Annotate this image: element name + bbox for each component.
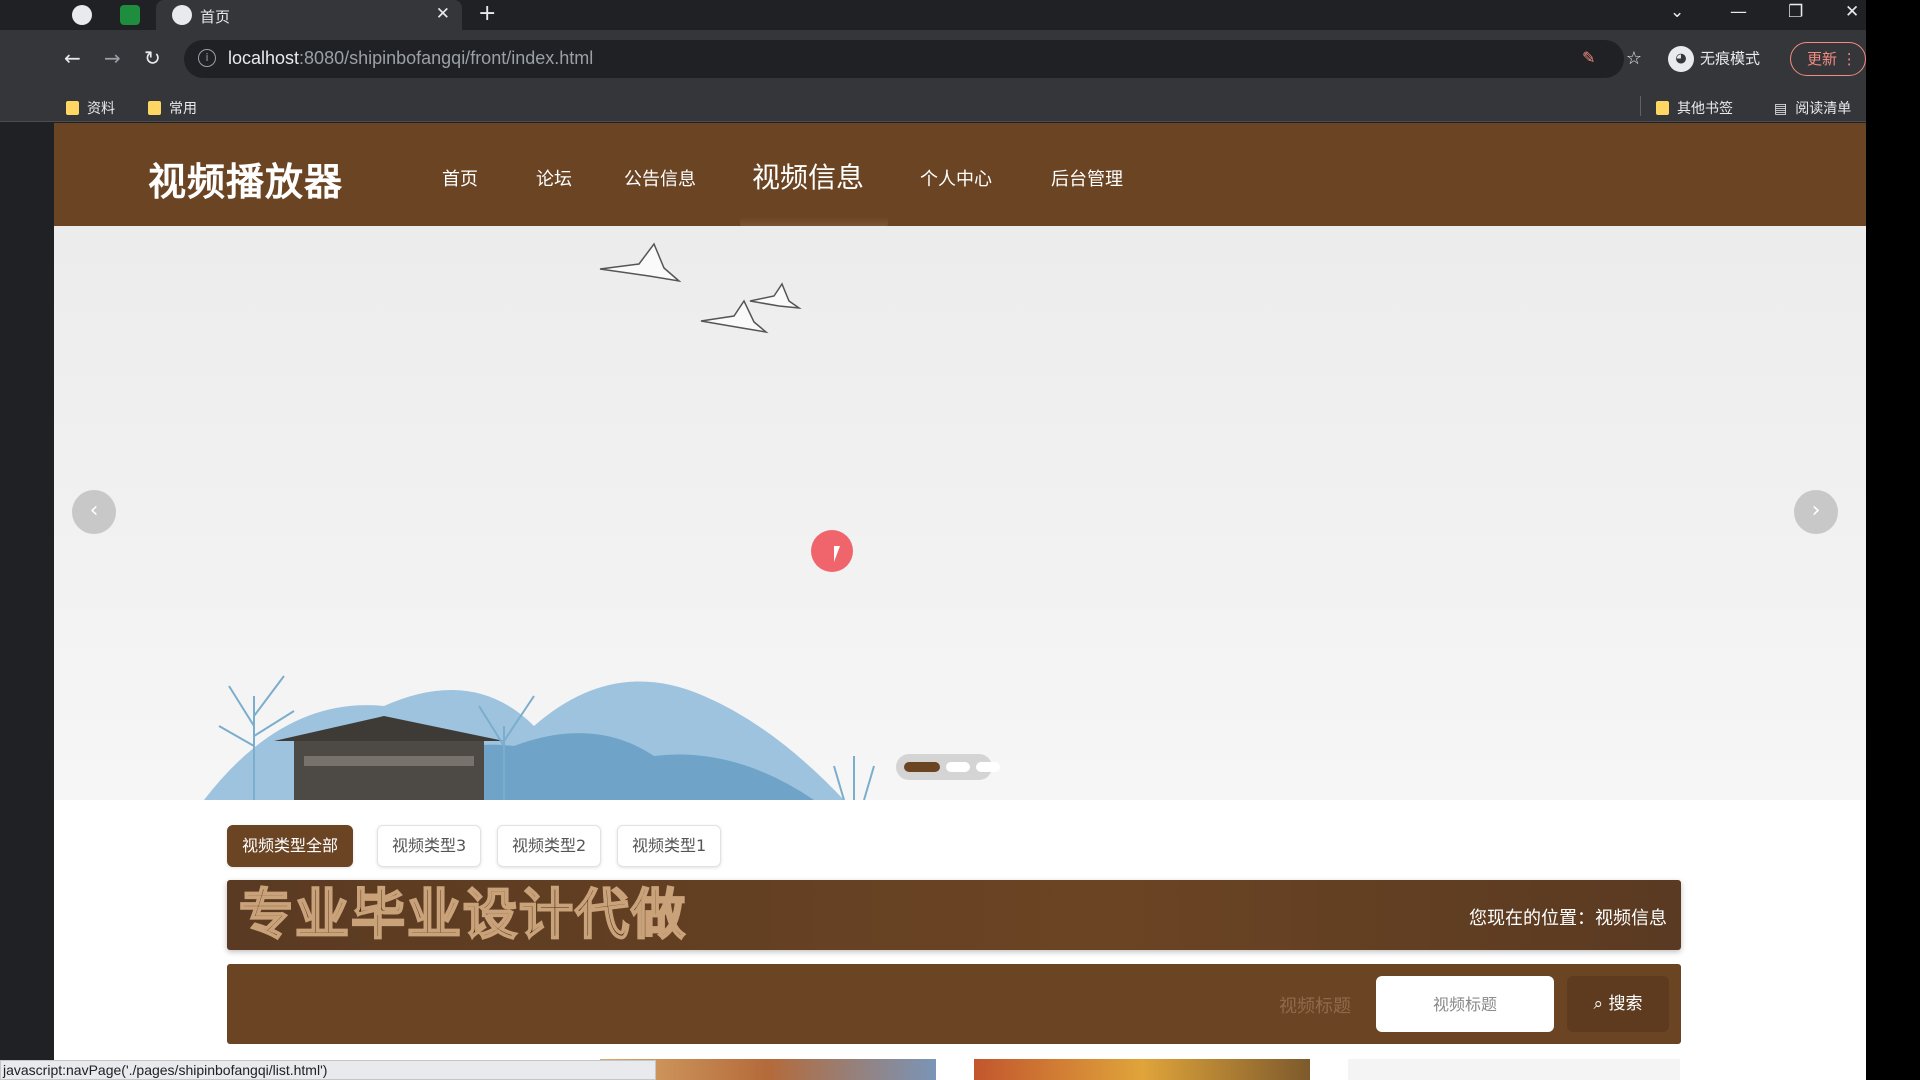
chevron-down-icon[interactable]: ⌄ bbox=[1670, 2, 1684, 22]
reading-list[interactable]: ▤ 阅读清单 bbox=[1774, 98, 1851, 118]
search-input[interactable] bbox=[1376, 976, 1554, 1032]
tab-title: 首页 bbox=[200, 8, 231, 26]
section-title: 专业毕业设计代做 bbox=[238, 883, 687, 947]
nav-notice[interactable]: 公告信息 bbox=[624, 165, 696, 191]
search-bar: 视频标题 ⌕ 搜索 bbox=[227, 964, 1681, 1044]
new-tab-icon[interactable]: + bbox=[478, 1, 496, 26]
carousel-dot[interactable] bbox=[976, 762, 1000, 772]
bookmark-folder[interactable]: 资料 bbox=[66, 98, 115, 118]
carousel-dot-active[interactable] bbox=[904, 762, 940, 772]
sheets-icon[interactable] bbox=[120, 5, 140, 25]
nav-home[interactable]: 首页 bbox=[442, 165, 478, 191]
folder-icon bbox=[66, 101, 79, 115]
section-title-bar: 专业毕业设计代做 您现在的位置：视频信息 bbox=[227, 880, 1681, 950]
close-window-icon[interactable]: ✕ bbox=[1845, 2, 1859, 22]
status-bar: javascript:navPage('./pages/shipinbofang… bbox=[0, 1060, 656, 1080]
cursor-highlight bbox=[811, 530, 853, 572]
tab-active[interactable]: 首页 ✕ bbox=[156, 0, 462, 30]
info-icon[interactable]: i bbox=[198, 49, 216, 67]
reading-list-icon: ▤ bbox=[1774, 101, 1788, 117]
banner-illustration bbox=[204, 242, 875, 800]
bookmark-folder[interactable]: 常用 bbox=[148, 98, 197, 118]
browser-window: 首页 ✕ + ⌄ — ❐ ✕ ← → ↻ i localhost:8080/sh… bbox=[0, 0, 1866, 1080]
nav-video-info[interactable]: 视频信息 bbox=[752, 156, 864, 196]
type-tab-all[interactable]: 视频类型全部 bbox=[227, 825, 354, 867]
back-icon[interactable]: ← bbox=[64, 46, 81, 70]
type-tab-1[interactable]: 视频类型1 bbox=[617, 825, 722, 867]
nav-user-center[interactable]: 个人中心 bbox=[920, 165, 992, 191]
video-thumbnail[interactable] bbox=[974, 1059, 1310, 1080]
mouse-cursor-icon bbox=[834, 546, 846, 562]
incognito-profile[interactable]: ◕ 无痕模式 bbox=[1668, 46, 1760, 72]
url-text[interactable]: localhost:8080/shipinbofangqi/front/inde… bbox=[228, 48, 593, 69]
search-icon: ⌕ bbox=[1593, 994, 1604, 1014]
address-bar[interactable]: i localhost:8080/shipinbofangqi/front/in… bbox=[184, 40, 1642, 78]
bookmark-other[interactable]: 其他书签 bbox=[1656, 98, 1733, 118]
carousel-next-button[interactable]: › bbox=[1794, 490, 1838, 534]
update-button[interactable]: 更新 ⋮ bbox=[1790, 42, 1866, 76]
carousel-indicators bbox=[896, 754, 1000, 780]
carousel-dot[interactable] bbox=[946, 762, 970, 772]
site-logo: 视频播放器 bbox=[148, 160, 344, 204]
browser-toolbar: ← → ↻ i localhost:8080/shipinbofangqi/fr… bbox=[0, 30, 1866, 90]
globe-icon bbox=[172, 5, 192, 25]
translate-icon[interactable]: ✎ bbox=[1582, 48, 1595, 67]
type-tab-3[interactable]: 视频类型3 bbox=[377, 825, 482, 867]
breadcrumb: 您现在的位置：视频信息 bbox=[1469, 908, 1667, 929]
carousel-prev-button[interactable]: ‹ bbox=[72, 490, 116, 534]
cranes-illustration bbox=[599, 242, 802, 334]
screen-margin bbox=[1866, 0, 1920, 1080]
site-header: 视频播放器 首页 论坛 公告信息 视频信息 个人中心 后台管理 bbox=[54, 123, 1866, 226]
nav-admin[interactable]: 后台管理 bbox=[1051, 165, 1123, 191]
search-button[interactable]: ⌕ 搜索 bbox=[1567, 976, 1669, 1032]
forward-icon[interactable]: → bbox=[104, 46, 121, 70]
banner-carousel[interactable]: ‹ › bbox=[54, 226, 1866, 800]
reload-icon[interactable]: ↻ bbox=[144, 46, 161, 70]
folder-icon bbox=[148, 101, 161, 115]
tab-strip: 首页 ✕ + ⌄ — ❐ ✕ bbox=[0, 0, 1866, 30]
star-icon[interactable]: ☆ bbox=[1626, 48, 1642, 69]
web-page: 视频播放器 首页 论坛 公告信息 视频信息 个人中心 后台管理 ‹ › 视频类型… bbox=[54, 123, 1866, 1080]
bookmark-separator bbox=[1640, 96, 1641, 116]
video-thumbnail[interactable] bbox=[1348, 1059, 1680, 1080]
globe-icon[interactable] bbox=[72, 5, 92, 25]
folder-icon bbox=[1656, 101, 1669, 115]
close-icon[interactable]: ✕ bbox=[436, 4, 450, 24]
nav-active-indicator bbox=[740, 217, 888, 226]
minimize-icon[interactable]: — bbox=[1730, 2, 1747, 22]
restore-icon[interactable]: ❐ bbox=[1788, 2, 1803, 22]
incognito-icon: ◕ bbox=[1668, 46, 1694, 72]
type-tab-2[interactable]: 视频类型2 bbox=[497, 825, 602, 867]
search-label: 视频标题 bbox=[1279, 996, 1351, 1017]
nav-forum[interactable]: 论坛 bbox=[536, 165, 572, 191]
bookmarks-bar: 资料 常用 其他书签 ▤ 阅读清单 bbox=[0, 90, 1866, 122]
